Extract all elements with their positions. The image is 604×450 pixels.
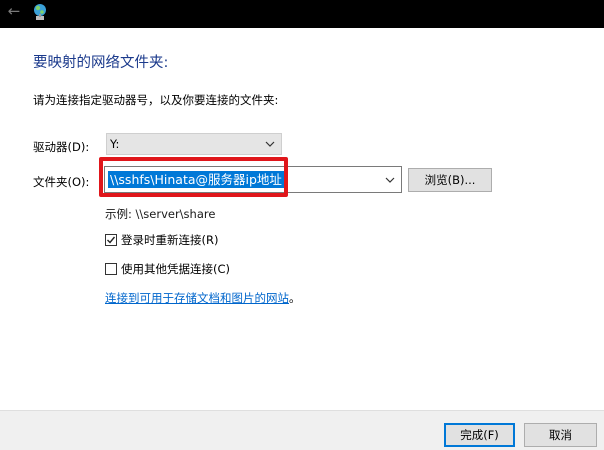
- storage-website-link-text[interactable]: 连接到可用于存储文档和图片的网站: [105, 291, 289, 305]
- other-credentials-checkbox[interactable]: [105, 263, 117, 275]
- link-suffix: 。: [289, 291, 301, 305]
- drive-letter-select[interactable]: Y:: [106, 133, 282, 155]
- browse-button[interactable]: 浏览(B)...: [408, 168, 492, 192]
- reconnect-label: 登录时重新连接(R): [121, 233, 219, 247]
- cancel-button[interactable]: 取消: [524, 423, 597, 447]
- network-drive-icon: [34, 4, 46, 20]
- drive-label: 驱动器(D):: [33, 140, 90, 154]
- storage-website-link[interactable]: 连接到可用于存储文档和图片的网站。: [105, 290, 301, 306]
- reconnect-option[interactable]: 登录时重新连接(R): [105, 232, 218, 248]
- checkmark-icon: [107, 236, 116, 244]
- other-credentials-label: 使用其他凭据连接(C): [121, 262, 231, 276]
- back-arrow-icon[interactable]: ←: [2, 2, 26, 22]
- example-text: 示例: \\server\share: [105, 207, 216, 221]
- title-bar: ←: [0, 0, 604, 28]
- drive-letter-value: Y:: [110, 137, 120, 151]
- folder-path-value: \\sshfs\Hinata@服务器ip地址: [108, 171, 284, 188]
- folder-path-input[interactable]: \\sshfs\Hinata@服务器ip地址: [104, 166, 402, 193]
- instruction-text: 请为连接指定驱动器号，以及你要连接的文件夹:: [33, 93, 279, 107]
- reconnect-checkbox[interactable]: [105, 234, 117, 246]
- dialog-footer: 完成(F) 取消: [0, 410, 604, 450]
- map-network-drive-dialog: ← 要映射的网络文件夹: 请为连接指定驱动器号，以及你要连接的文件夹: 驱动器(…: [0, 0, 604, 450]
- dialog-heading: 要映射的网络文件夹:: [33, 55, 169, 71]
- other-credentials-option[interactable]: 使用其他凭据连接(C): [105, 261, 230, 277]
- folder-label: 文件夹(O):: [33, 175, 90, 189]
- finish-button[interactable]: 完成(F): [444, 423, 515, 447]
- chevron-down-icon: [265, 141, 275, 147]
- chevron-down-icon[interactable]: [385, 175, 395, 185]
